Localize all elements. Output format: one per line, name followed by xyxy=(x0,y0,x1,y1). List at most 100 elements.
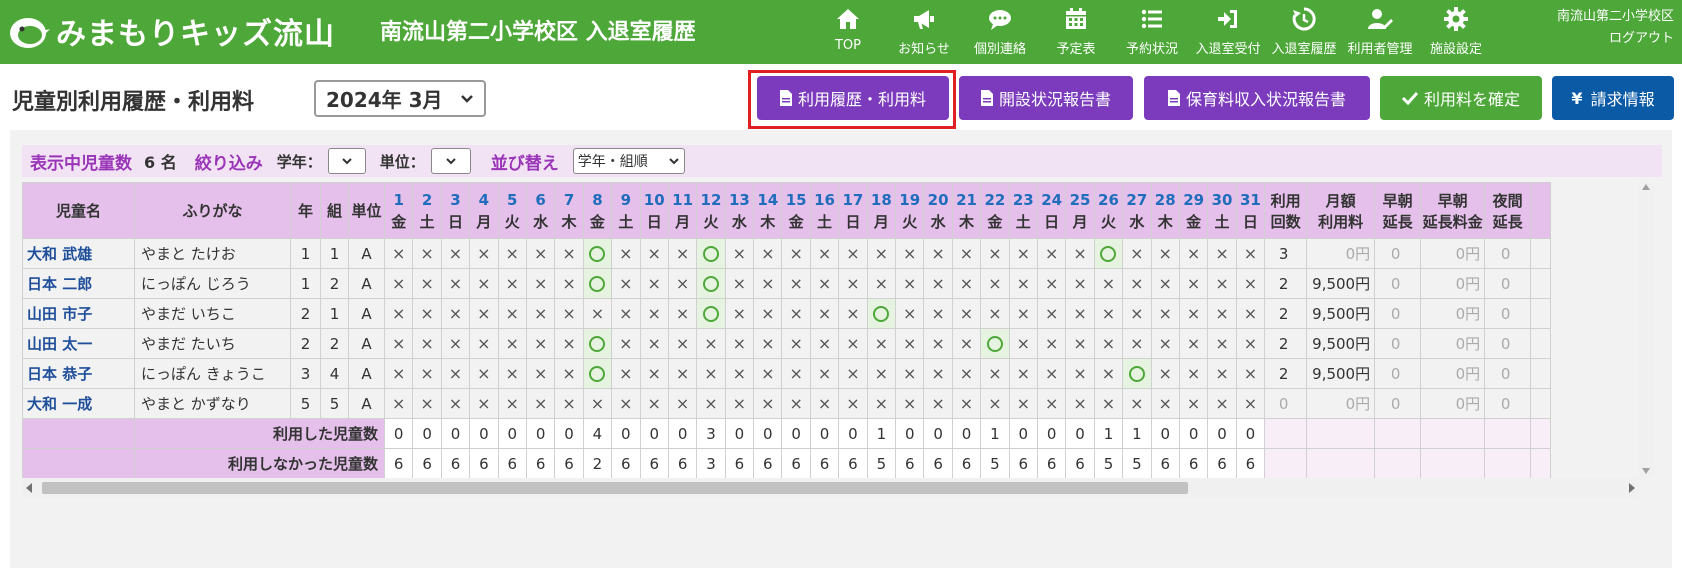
col-header-grade: 年 xyxy=(290,182,321,239)
vertical-scrollbar[interactable] xyxy=(1639,182,1653,478)
horizontal-scroll-thumb[interactable] xyxy=(42,482,1188,494)
absent-mark: × xyxy=(611,358,641,389)
confirm-fee-button[interactable]: 利用料を確定 xyxy=(1380,76,1542,120)
table-row[interactable]: 日本 恭子 にっぽん きょうこ 3 4 A × × × × × × × × × × × × × × × × × × × × × × ×… xyxy=(22,358,1552,389)
child-name-link[interactable]: 日本 恭子 xyxy=(22,358,135,389)
absent-mark: × xyxy=(469,268,499,299)
col-header-day: 18 月 xyxy=(866,182,897,239)
col-uses-label: 利用 xyxy=(1270,191,1301,210)
nav-checkin[interactable]: 入退室受付 xyxy=(1190,4,1266,60)
monthly-fee: 9,500円 xyxy=(1306,298,1376,329)
absent-mark: × xyxy=(696,358,726,389)
absent-mark: × xyxy=(1036,358,1067,389)
day-number: 19 xyxy=(899,190,921,209)
monthly-fee: 9,500円 xyxy=(1306,268,1376,299)
absent-mark: × xyxy=(1065,358,1095,389)
billing-info-button[interactable]: ¥ 請求情報 xyxy=(1552,76,1674,120)
absent-mark: × xyxy=(639,298,669,329)
unit-select[interactable] xyxy=(430,148,471,174)
history-table-wrap[interactable]: 児童名 ふりがな年組単位 1 金 2 土 3 日 4 月 5 火 6 水 7 木 8 金 9 土 10 日 11 月 12 火 13… xyxy=(22,182,1649,478)
sort-label: 並び替え xyxy=(490,153,559,174)
child-name-link[interactable]: 山田 市子 xyxy=(22,298,135,329)
attended-circle-icon xyxy=(873,306,890,322)
nav-history[interactable]: 入退室履歴 xyxy=(1266,4,1342,60)
summary-count: 6 xyxy=(469,448,499,478)
billing-info-button-label: 請求情報 xyxy=(1590,90,1655,109)
nav-notices[interactable]: お知らせ xyxy=(886,4,962,60)
day-number: 21 xyxy=(956,190,977,209)
table-row[interactable]: 山田 太一 やまだ たいち 2 2 A × × × × × × × × × × × × × × × × × × × × × × × × ×… xyxy=(22,328,1552,359)
day-number: 24 xyxy=(1041,190,1063,209)
table-row[interactable]: 山田 市子 やまだ いちこ 2 1 A × × × × × × × × × × × × × × × × × × × × × × × × ×… xyxy=(22,298,1552,329)
day-number: 27 xyxy=(1126,190,1148,209)
nav-schedule[interactable]: 予定表 xyxy=(1038,4,1114,60)
summary-count: 6 xyxy=(1065,448,1095,478)
day-weekday: 水 xyxy=(533,212,549,231)
absent-mark: × xyxy=(838,328,868,359)
summary-tail xyxy=(1484,418,1532,449)
logo[interactable]: みまもりキッズ流山 xyxy=(8,8,335,54)
absent-mark: × xyxy=(1036,298,1067,329)
col-name-label: 児童名 xyxy=(55,202,101,220)
attended-mark xyxy=(582,328,613,359)
fee-income-report-button[interactable]: 保育料収入状況報告書 xyxy=(1144,76,1370,120)
child-name-link[interactable]: 日本 二郎 xyxy=(22,268,135,299)
user-edit-icon xyxy=(1368,9,1393,29)
usage-history-button[interactable]: 利用履歴・利用料 xyxy=(757,76,949,120)
day-weekday: 土 xyxy=(1214,212,1230,231)
absent-mark: × xyxy=(554,328,584,359)
document-icon xyxy=(779,90,792,106)
attended-circle-icon xyxy=(702,246,719,262)
absent-mark: × xyxy=(923,388,953,419)
summary-count: 5 xyxy=(866,448,897,478)
child-unit: A xyxy=(348,298,385,329)
child-name-link[interactable]: 大和 一成 xyxy=(22,388,135,419)
nav-reservations[interactable]: 予約状況 xyxy=(1114,4,1190,60)
summary-count: 5 xyxy=(1122,448,1152,478)
absent-mark: × xyxy=(781,388,811,419)
nav-messages[interactable]: 個別連絡 xyxy=(962,4,1038,60)
summary-count: 6 xyxy=(639,448,669,478)
absent-mark: × xyxy=(1008,238,1038,269)
nav-users[interactable]: 利用者管理 xyxy=(1342,4,1418,60)
grade-select[interactable] xyxy=(327,148,366,174)
day-weekday: 火 xyxy=(703,212,719,231)
absent-mark: × xyxy=(1150,238,1180,269)
absent-mark: × xyxy=(1093,388,1124,419)
summary-count: 0 xyxy=(440,418,471,449)
logout-link[interactable]: ログアウト xyxy=(1557,28,1674,50)
absent-mark: × xyxy=(1122,238,1152,269)
shown-count-label: 表示中児童数 xyxy=(30,153,132,174)
summary-count: 5 xyxy=(1093,448,1124,478)
absent-mark: × xyxy=(582,298,613,329)
opening-report-button[interactable]: 開設状況報告書 xyxy=(959,76,1133,120)
child-name-link[interactable]: 山田 太一 xyxy=(22,328,135,359)
col-header-monthly: 月額 利用料 xyxy=(1306,182,1376,239)
month-select[interactable]: 2024年 3月 xyxy=(314,80,486,117)
nav-settings[interactable]: 施設設定 xyxy=(1418,4,1494,60)
summary-count: 0 xyxy=(412,418,442,449)
col-early-label: 延長 xyxy=(1382,212,1413,231)
horizontal-scrollbar[interactable] xyxy=(22,478,1639,498)
col-header-day: 14 木 xyxy=(753,182,783,239)
summary-count: 1 xyxy=(866,418,897,449)
col-header-day: 27 水 xyxy=(1122,182,1152,239)
table-row[interactable]: 日本 二郎 にっぽん じろう 1 2 A × × × × × × × × × × × × × × × × × × × × × × × ×… xyxy=(22,268,1552,299)
absent-mark: × xyxy=(1235,388,1266,419)
day-number: 12 xyxy=(700,190,722,209)
sort-select[interactable]: 学年・組順 xyxy=(572,148,685,174)
table-row[interactable]: 大和 武雄 やまと たけお 1 1 A × × × × × × × × × × × × × × × × × × × × × × × × ×… xyxy=(22,238,1552,269)
absent-mark: × xyxy=(724,238,755,269)
table-row[interactable]: 大和 一成 やまと かずなり 5 5 A × × × × × × × × × × × × × × × × × × × × × × × ×… xyxy=(22,388,1552,419)
day-number: 1 xyxy=(393,190,404,209)
col-header-day: 2土 xyxy=(412,182,442,239)
child-unit: A xyxy=(348,328,385,359)
col-header-day: 5火 xyxy=(497,182,527,239)
child-unit: A xyxy=(348,358,385,389)
absent-mark: × xyxy=(440,388,471,419)
nav-top[interactable]: TOP xyxy=(810,4,886,60)
nav-label: 入退室受付 xyxy=(1195,42,1261,57)
summary-count: 2 xyxy=(582,448,613,478)
child-name-link[interactable]: 大和 武雄 xyxy=(22,238,135,269)
absent-mark: × xyxy=(696,328,726,359)
